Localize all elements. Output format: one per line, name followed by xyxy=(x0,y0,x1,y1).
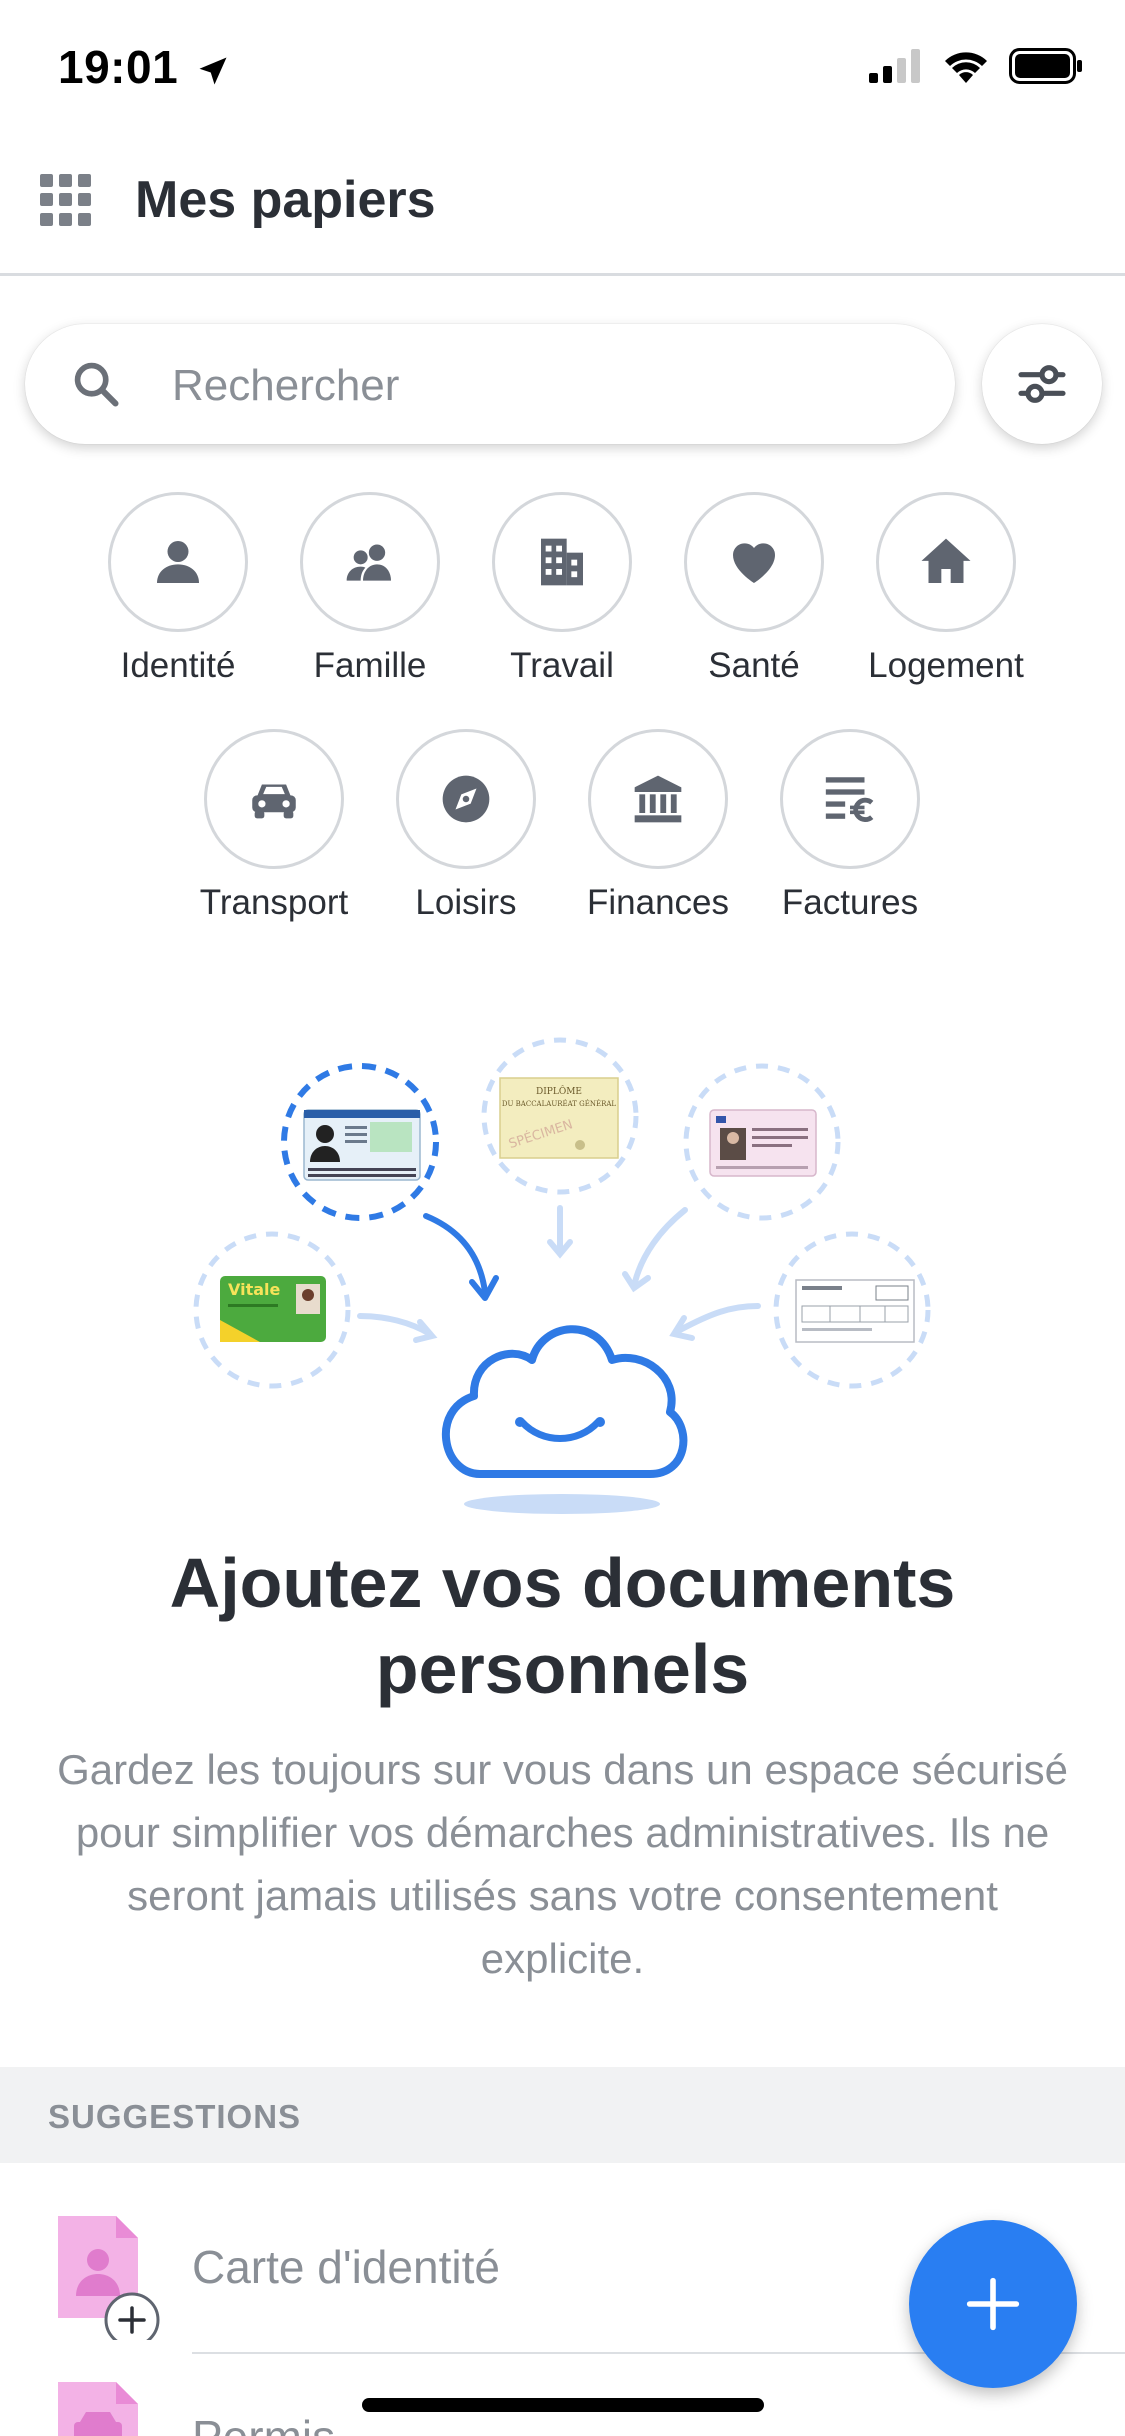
category-transport[interactable]: Transport xyxy=(174,729,374,923)
sliders-icon xyxy=(1018,365,1066,403)
category-circle[interactable] xyxy=(588,729,728,869)
category-label: Transport xyxy=(199,883,349,922)
family-icon xyxy=(346,544,391,581)
bank-icon xyxy=(634,775,682,823)
vitale-card-icon: Vitale xyxy=(220,1276,326,1342)
page-title: Mes papiers xyxy=(135,171,436,229)
category-label: Logement xyxy=(868,646,1024,685)
person-icon xyxy=(157,541,199,583)
header-divider xyxy=(0,273,1125,276)
license-icon xyxy=(709,1109,817,1177)
heart-icon xyxy=(733,543,775,583)
svg-text:Vitale: Vitale xyxy=(228,1280,281,1299)
building-icon xyxy=(541,538,583,586)
documents-illustration: DIPLÔME DU BACCALAURÉAT GÉNÉRAL SPÉCIMEN… xyxy=(193,1037,931,1514)
cellular-signal-icon xyxy=(869,49,920,83)
license-document-add-icon xyxy=(58,2382,138,2436)
filter-button[interactable] xyxy=(982,324,1102,444)
car-icon xyxy=(252,784,296,819)
suggestion-label: Carte d'identité xyxy=(192,2241,500,2293)
bill-euro-icon xyxy=(825,777,874,822)
category-finances[interactable]: Finances xyxy=(558,729,758,923)
compass-icon xyxy=(442,775,490,823)
suggestion-label: Permis xyxy=(192,2410,335,2436)
plus-icon xyxy=(966,2277,1020,2331)
category-label: Famille xyxy=(313,646,427,685)
identity-document-add-icon xyxy=(58,2216,160,2340)
category-label: Factures xyxy=(781,883,919,922)
cloud-shadow xyxy=(464,1494,660,1514)
apps-grid-icon[interactable] xyxy=(40,174,92,226)
suggestions-title: SUGGESTIONS xyxy=(48,2098,302,2135)
invoice-icon xyxy=(795,1279,915,1343)
category-travail[interactable]: Travail xyxy=(462,492,662,686)
category-identite[interactable]: Identité xyxy=(78,492,278,686)
diploma-icon: DIPLÔME DU BACCALAURÉAT GÉNÉRAL SPÉCIMEN xyxy=(499,1077,619,1159)
category-circle[interactable] xyxy=(684,492,824,632)
status-time-text: 19:01 xyxy=(58,41,179,93)
category-label: Santé xyxy=(708,646,800,685)
category-circle[interactable] xyxy=(492,492,632,632)
category-famille[interactable]: Famille xyxy=(270,492,470,686)
category-label: Identité xyxy=(120,646,236,685)
cloud-icon xyxy=(441,1325,688,1478)
status-indicators xyxy=(869,48,1083,84)
status-time: 19:01 xyxy=(58,40,231,94)
hero-description: Gardez les toujours sur vous dans un esp… xyxy=(57,1746,1068,1982)
category-circle[interactable] xyxy=(204,729,344,869)
category-factures[interactable]: Factures xyxy=(750,729,950,923)
category-logement[interactable]: Logement xyxy=(846,492,1046,686)
category-circle[interactable] xyxy=(780,729,920,869)
house-icon xyxy=(921,538,971,583)
category-circle[interactable] xyxy=(300,492,440,632)
category-circle[interactable] xyxy=(396,729,536,869)
search-icon xyxy=(74,362,119,407)
home-indicator xyxy=(362,2398,764,2412)
hero-title: Ajoutez vos documents personnels xyxy=(169,1544,956,1708)
id-card-icon xyxy=(303,1109,421,1181)
svg-text:DIPLÔME: DIPLÔME xyxy=(536,1085,582,1097)
category-circle[interactable] xyxy=(876,492,1016,632)
location-arrow-icon xyxy=(199,57,227,85)
category-sante[interactable]: Santé xyxy=(654,492,854,686)
category-label: Loisirs xyxy=(415,883,517,922)
category-loisirs[interactable]: Loisirs xyxy=(366,729,566,923)
wifi-icon xyxy=(945,52,987,83)
category-label: Finances xyxy=(586,883,730,922)
add-document-button[interactable] xyxy=(909,2220,1077,2388)
svg-text:DU BACCALAURÉAT GÉNÉRAL: DU BACCALAURÉAT GÉNÉRAL xyxy=(502,1099,617,1108)
category-circle[interactable] xyxy=(108,492,248,632)
category-label: Travail xyxy=(510,646,614,685)
battery-icon xyxy=(1009,48,1082,84)
search-input[interactable] xyxy=(170,350,934,422)
